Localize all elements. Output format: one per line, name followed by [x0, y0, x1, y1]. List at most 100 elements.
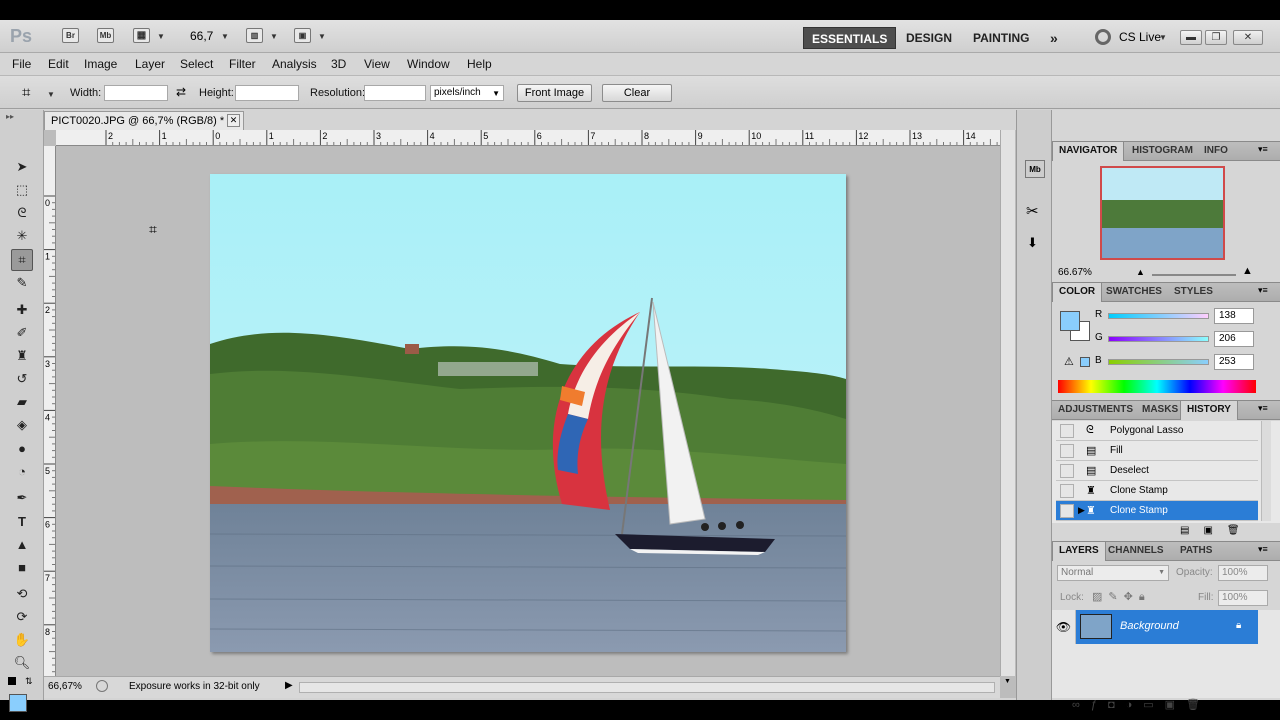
foreground-color-swatch[interactable] [9, 694, 27, 712]
blue-slider[interactable] [1108, 359, 1209, 365]
menu-3d[interactable]: 3D [331, 57, 346, 71]
opacity-input[interactable]: 100% [1218, 565, 1268, 581]
tab-styles[interactable]: STYLES [1174, 286, 1213, 297]
more-workspaces-button[interactable]: » [1042, 27, 1066, 49]
clone-stamp-tool-icon[interactable]: ♜ [11, 345, 33, 367]
tab-masks[interactable]: MASKS [1142, 404, 1178, 415]
zoom-level-dropdown[interactable]: 66,7 [190, 29, 213, 43]
resolution-input[interactable] [364, 85, 426, 101]
green-slider[interactable] [1108, 336, 1209, 342]
fill-input[interactable]: 100% [1218, 590, 1268, 606]
history-item[interactable]: ᘓ Polygonal Lasso [1056, 421, 1258, 441]
height-input[interactable] [235, 85, 299, 101]
panel-menu-icon[interactable]: ▾≡ [1258, 403, 1268, 414]
panel-menu-icon[interactable]: ▾≡ [1258, 144, 1268, 155]
blur-tool-icon[interactable]: ● [11, 437, 33, 459]
menu-select[interactable]: Select [180, 57, 213, 71]
history-footer-icons[interactable]: ▤▣🗑︎ [1180, 525, 1254, 536]
layer-row-background[interactable]: Background 🔒︎ [1076, 610, 1258, 644]
history-brush-tool-icon[interactable]: ↺ [11, 368, 33, 390]
mini-bridge-panel-icon[interactable]: Mb [1025, 160, 1045, 178]
panel-menu-icon[interactable]: ▾≡ [1258, 544, 1268, 555]
chevron-down-icon[interactable]: ▼ [47, 90, 55, 99]
status-zoom[interactable]: 66,67% [48, 681, 82, 692]
tab-info[interactable]: INFO [1204, 145, 1228, 156]
cs-live-icon[interactable] [1095, 29, 1111, 45]
out-of-gamut-warning-icon[interactable]: ⚠ [1064, 355, 1074, 368]
clear-button[interactable]: Clear [602, 84, 672, 102]
panel-menu-icon[interactable]: ▾≡ [1258, 285, 1268, 296]
navigator-zoom-slider[interactable] [1152, 274, 1236, 276]
maximize-button[interactable]: ❐ [1205, 30, 1227, 45]
history-item[interactable]: ▤ Fill [1056, 441, 1258, 461]
layers-footer-icons[interactable]: ∞ƒ◘◑▭▣🗑︎ [1072, 698, 1211, 711]
history-item-current[interactable]: ▶ ♜ Clone Stamp [1056, 501, 1258, 521]
tab-color[interactable]: COLOR [1052, 283, 1103, 302]
history-scrollbar[interactable] [1261, 421, 1271, 521]
menu-filter[interactable]: Filter [229, 57, 256, 71]
arrange-documents-button[interactable]: ▥ [246, 28, 263, 43]
lock-options-icons[interactable]: ▨✎✥🔒︎ [1092, 590, 1151, 604]
cs-live-menu[interactable]: CS Live [1119, 30, 1161, 44]
hand-tool-icon[interactable]: ✋ [11, 629, 33, 651]
menu-analysis[interactable]: Analysis [272, 57, 317, 71]
3d-rotate-tool-icon[interactable]: ⟲ [11, 583, 33, 605]
marquee-tool-icon[interactable]: ⬚ [11, 179, 33, 201]
crop-tool-icon[interactable]: ⌗ [11, 249, 33, 271]
menu-window[interactable]: Window [407, 57, 450, 71]
menu-edit[interactable]: Edit [48, 57, 69, 71]
color-ramp[interactable] [1058, 380, 1256, 393]
type-tool-icon[interactable]: T [11, 510, 33, 532]
chevron-down-icon[interactable]: ▼ [318, 32, 326, 41]
paint-bucket-tool-icon[interactable]: ◈ [11, 414, 33, 436]
menu-help[interactable]: Help [467, 57, 492, 71]
pen-tool-icon[interactable]: ✒ [11, 487, 33, 509]
tab-histogram[interactable]: HISTOGRAM [1132, 145, 1193, 156]
scroll-down-icon[interactable]: ▼ [1004, 678, 1011, 685]
history-item[interactable]: ▤ Deselect [1056, 461, 1258, 481]
tab-channels[interactable]: CHANNELS [1108, 545, 1164, 556]
move-tool-icon[interactable]: ➤ [11, 156, 33, 178]
eye-visibility-icon[interactable]: 👁︎ [1052, 610, 1076, 644]
tab-paths[interactable]: PATHS [1180, 545, 1212, 556]
green-value[interactable]: 206 [1214, 331, 1254, 347]
red-slider[interactable] [1108, 313, 1209, 319]
dodge-tool-icon[interactable]: ◔ [11, 460, 33, 482]
history-item[interactable]: ♜ Clone Stamp [1056, 481, 1258, 501]
resolution-units-select[interactable]: pixels/inch ▼ [430, 85, 504, 101]
chevron-down-icon[interactable]: ▼ [221, 32, 229, 41]
healing-brush-tool-icon[interactable]: ✚ [11, 299, 33, 321]
mini-bridge-button[interactable]: Mb [97, 28, 114, 43]
swap-colors-icon[interactable]: ⇅ [25, 676, 33, 687]
zoom-out-icon[interactable]: ▲ [1136, 267, 1145, 277]
swap-dimensions-icon[interactable]: ⇄ [176, 85, 186, 99]
gamut-color-chip[interactable] [1080, 357, 1090, 367]
chevron-down-icon[interactable]: ▼ [1159, 33, 1167, 42]
tab-swatches[interactable]: SWATCHES [1106, 286, 1162, 297]
navigator-zoom-value[interactable]: 66.67% [1058, 267, 1092, 278]
eraser-tool-icon[interactable]: ▰ [11, 391, 33, 413]
horizontal-scrollbar[interactable] [299, 682, 995, 693]
tab-layers[interactable]: LAYERS [1052, 542, 1106, 561]
rectangle-tool-icon[interactable]: ■ [11, 556, 33, 578]
menu-image[interactable]: Image [84, 57, 117, 71]
width-input[interactable] [104, 85, 168, 101]
crop-tool-preset-icon[interactable]: ⌗ [22, 84, 30, 101]
menu-file[interactable]: File [12, 57, 31, 71]
3d-orbit-tool-icon[interactable]: ⟳ [11, 606, 33, 628]
collapse-toolbox-icon[interactable]: ▸▸ [6, 112, 14, 121]
workspace-painting[interactable]: PAINTING [965, 27, 1037, 49]
chevron-down-icon[interactable]: ▼ [270, 32, 278, 41]
red-value[interactable]: 138 [1214, 308, 1254, 324]
document-image-sailboat[interactable] [210, 174, 846, 652]
document-tab[interactable]: PICT0020.JPG @ 66,7% (RGB/8) * ✕ [44, 111, 244, 130]
eyedropper-tool-icon[interactable]: ✎ [11, 272, 33, 294]
foreground-color-box[interactable] [1060, 311, 1080, 331]
navigator-thumbnail[interactable] [1100, 166, 1225, 260]
zoom-in-icon[interactable]: ▲ [1242, 265, 1253, 277]
clone-source-icon[interactable]: ⬇ [1027, 235, 1038, 251]
blend-mode-select[interactable]: Normal ▼ [1057, 565, 1169, 581]
tab-navigator[interactable]: NAVIGATOR [1052, 142, 1125, 161]
tab-history[interactable]: HISTORY [1180, 401, 1238, 420]
lasso-tool-icon[interactable]: ᘓ [11, 202, 33, 224]
